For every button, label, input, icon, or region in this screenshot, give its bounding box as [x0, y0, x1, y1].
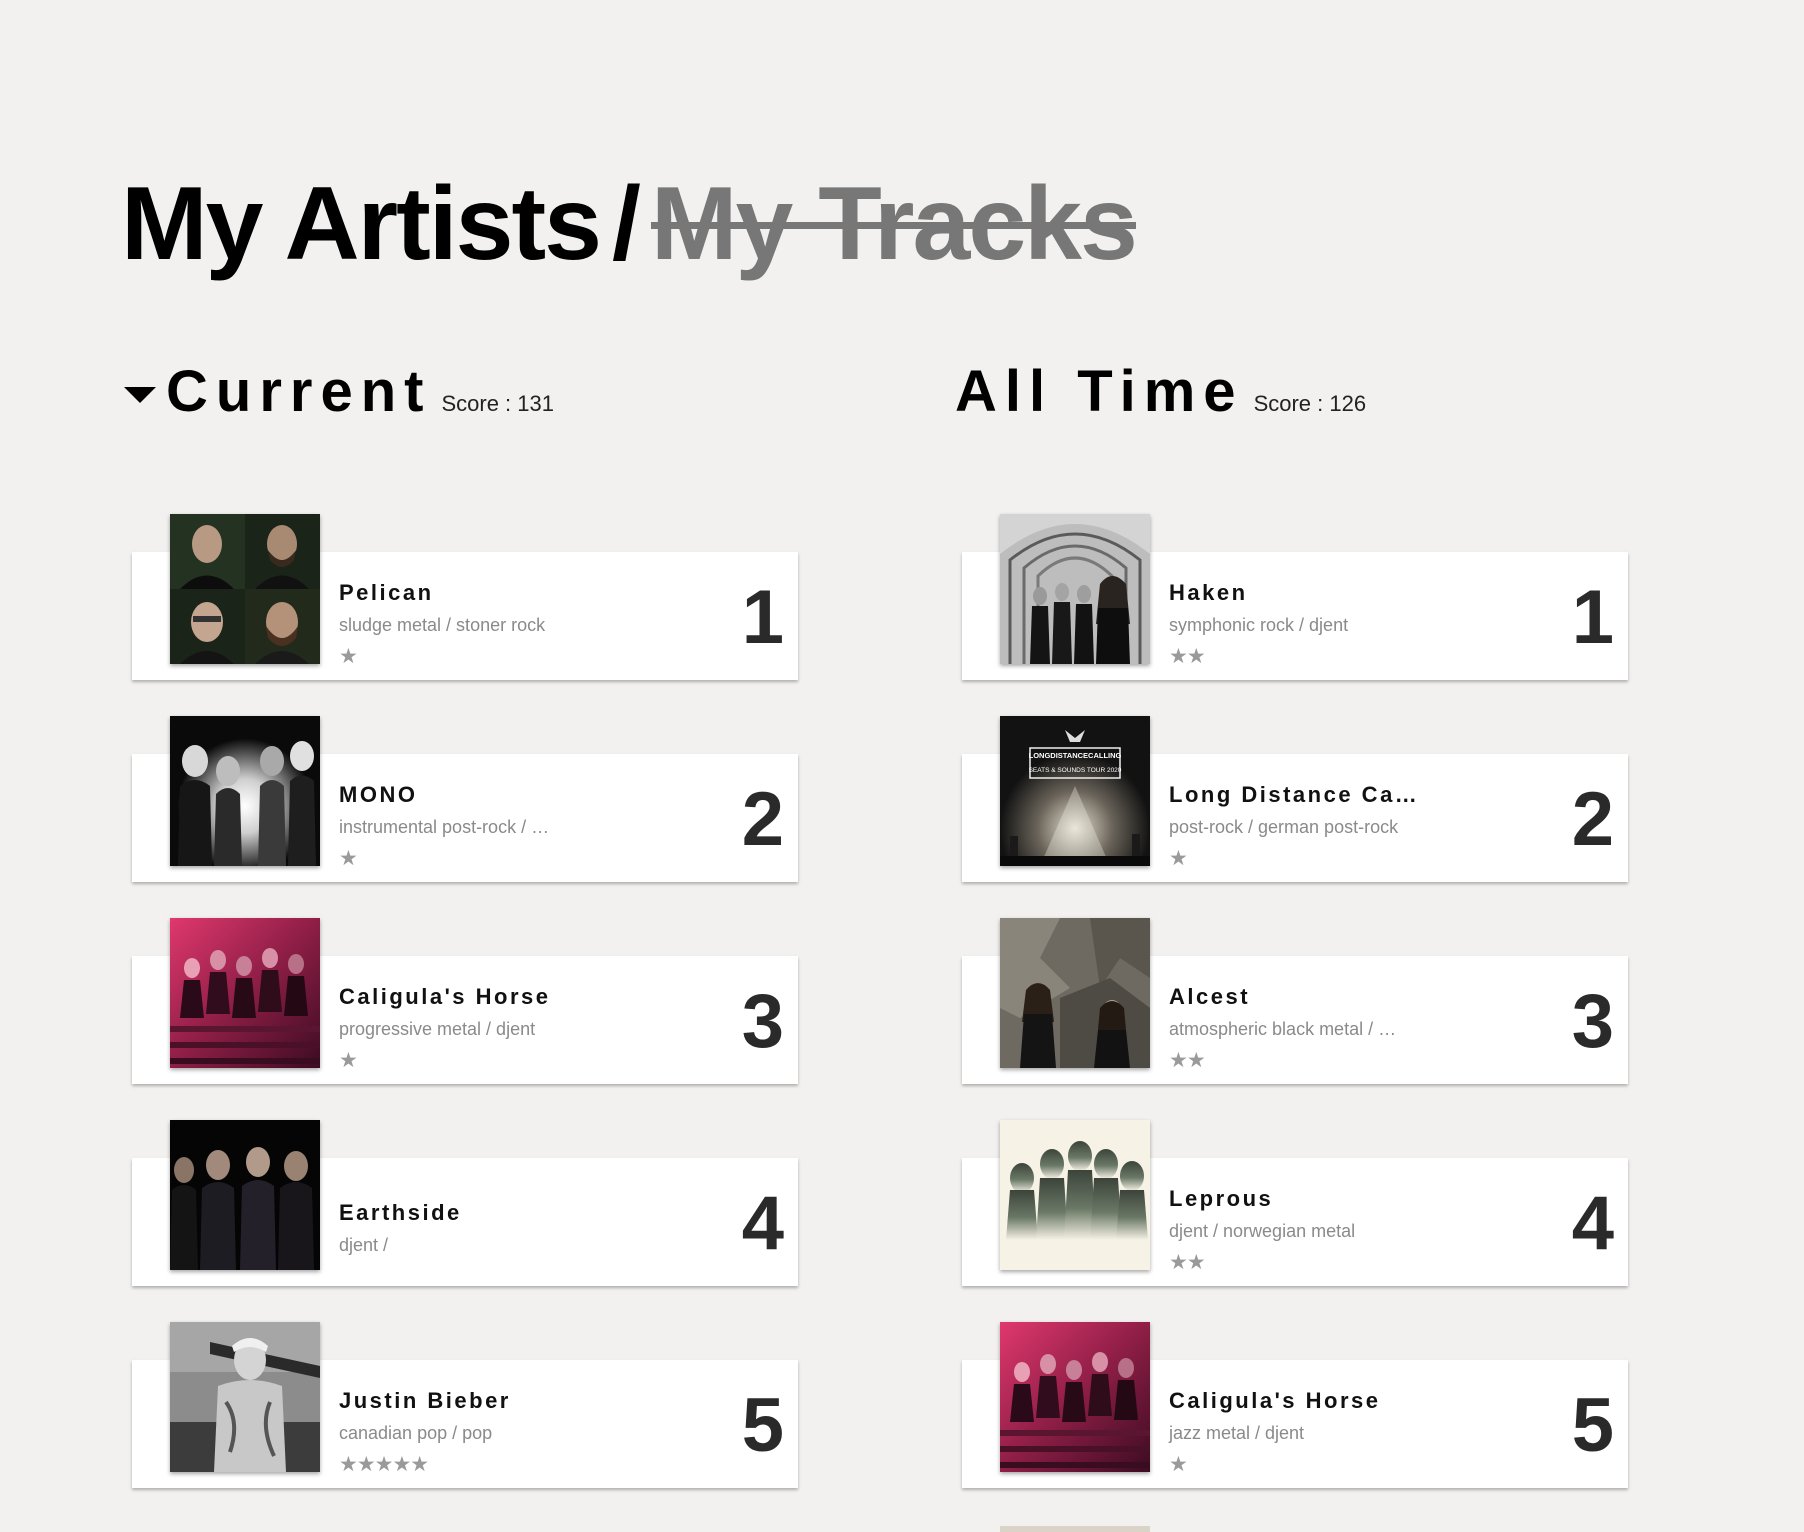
artist-info: Long Distance Ca… post-rock / german pos…: [1169, 782, 1549, 870]
current-score: Score : 131: [441, 391, 554, 416]
artist-name: Caligula's Horse: [1169, 1388, 1381, 1413]
artist-name: MONO: [339, 782, 418, 807]
artist-row[interactable]: Earthside djent / 4: [132, 1120, 800, 1322]
artist-rank: 5: [1571, 1383, 1614, 1468]
current-artist-list: Pelican sludge metal / stoner rock ★ 1 M…: [132, 514, 800, 1524]
artist-name: Pelican: [339, 580, 434, 605]
artist-genre: jazz metal / djent: [1169, 1423, 1305, 1443]
star-rating-icon: ★★: [1169, 1049, 1206, 1072]
artist-name: Leprous: [1169, 1186, 1274, 1211]
artist-rank: 2: [1571, 777, 1614, 862]
artist-photo[interactable]: [170, 1322, 320, 1472]
artist-photo-partial[interactable]: [1000, 1526, 1150, 1532]
star-rating-icon: ★★: [1169, 1251, 1206, 1274]
artist-name: Alcest: [1169, 984, 1251, 1009]
artist-row[interactable]: Caligula's Horse progressive metal / dje…: [132, 918, 800, 1120]
artist-name: Caligula's Horse: [339, 984, 551, 1009]
star-rating-icon: ★: [339, 847, 358, 870]
title-separator: /: [611, 166, 641, 282]
artist-name: Haken: [1169, 580, 1248, 605]
artist-info: Leprous djent / norwegian metal ★★: [1169, 1186, 1549, 1274]
poster-tour-name: SEATS & SOUNDS TOUR 2020: [1029, 767, 1122, 774]
artist-row[interactable]: Leprous djent / norwegian metal ★★ 4: [962, 1120, 1630, 1322]
artist-genre: sludge metal / stoner rock: [339, 615, 546, 635]
artist-row[interactable]: Long Distance Ca… post-rock / german pos…: [962, 716, 1630, 918]
artist-photo[interactable]: [170, 514, 320, 664]
artist-photo[interactable]: LONGDISTANCECALLING SEATS & SOUNDS TOUR …: [1000, 716, 1150, 866]
artist-info: Caligula's Horse progressive metal / dje…: [339, 984, 719, 1072]
page-title: My Artists / My Tracks: [121, 164, 1138, 284]
star-rating-icon: ★★★★★: [339, 1453, 429, 1476]
artist-row[interactable]: Pelican sludge metal / stoner rock ★ 1: [132, 514, 800, 716]
artist-genre: canadian pop / pop: [339, 1423, 493, 1443]
alltime-artist-list: Haken symphonic rock / djent ★★ 1 Long D…: [962, 514, 1630, 1524]
artist-photo[interactable]: [170, 918, 320, 1068]
artist-photo[interactable]: [1000, 514, 1150, 664]
artist-rank: 3: [1571, 979, 1614, 1064]
current-section-header: Current Score : 131: [124, 358, 554, 428]
artist-rank: 3: [741, 979, 784, 1064]
artist-genre: djent /: [339, 1235, 389, 1255]
artist-genre: atmospheric black metal / …: [1169, 1019, 1397, 1039]
current-section-title[interactable]: Current: [166, 358, 431, 425]
artist-genre: post-rock / german post-rock: [1169, 817, 1399, 837]
artist-rank: 1: [741, 575, 784, 660]
caret-down-icon[interactable]: [124, 387, 156, 403]
star-rating-icon: ★: [1169, 1453, 1188, 1476]
artist-rank: 2: [741, 777, 784, 862]
artist-info: Alcest atmospheric black metal / … ★★: [1169, 984, 1549, 1072]
artist-genre: symphonic rock / djent: [1169, 615, 1349, 635]
my-tracks-title[interactable]: My Tracks: [651, 166, 1138, 282]
artist-name: Long Distance Ca…: [1169, 782, 1420, 807]
artist-photo[interactable]: [170, 716, 320, 866]
artist-info: Earthside djent /: [339, 1200, 719, 1256]
artist-info: Pelican sludge metal / stoner rock ★: [339, 580, 719, 668]
artist-rank: 1: [1571, 575, 1614, 660]
artist-photo[interactable]: [1000, 918, 1150, 1068]
alltime-section-title[interactable]: All Time: [955, 358, 1244, 425]
artist-genre: progressive metal / djent: [339, 1019, 536, 1039]
artist-genre: djent / norwegian metal: [1169, 1221, 1356, 1241]
artist-info: Haken symphonic rock / djent ★★: [1169, 580, 1549, 668]
artist-rank: 4: [741, 1181, 784, 1266]
artist-row[interactable]: Justin Bieber canadian pop / pop ★★★★★ 5: [132, 1322, 800, 1524]
star-rating-icon: ★: [1169, 847, 1188, 870]
artist-genre: instrumental post-rock / …: [339, 817, 550, 837]
poster-band-name: LONGDISTANCECALLING: [1029, 751, 1122, 760]
artist-info: Caligula's Horse jazz metal / djent ★: [1169, 1388, 1549, 1476]
my-artists-title[interactable]: My Artists: [121, 166, 602, 282]
artist-photo[interactable]: [170, 1120, 320, 1270]
artist-info: MONO instrumental post-rock / … ★: [339, 782, 719, 870]
artist-rank: 5: [741, 1383, 784, 1468]
artist-photo[interactable]: [1000, 1322, 1150, 1472]
artist-name: Earthside: [339, 1200, 462, 1225]
artist-rank: 4: [1571, 1181, 1614, 1266]
star-rating-icon: ★: [339, 645, 358, 668]
artist-photo[interactable]: [1000, 1120, 1150, 1270]
star-rating-icon: ★★: [1169, 645, 1206, 668]
star-rating-icon: ★: [339, 1049, 358, 1072]
alltime-score: Score : 126: [1253, 391, 1367, 416]
artist-info: Justin Bieber canadian pop / pop ★★★★★: [339, 1388, 719, 1476]
artist-row[interactable]: Alcest atmospheric black metal / … ★★ 3: [962, 918, 1630, 1120]
alltime-section-header: All Time Score : 126: [955, 358, 1366, 428]
artist-name: Justin Bieber: [339, 1388, 511, 1413]
artist-row[interactable]: Haken symphonic rock / djent ★★ 1: [962, 514, 1630, 716]
artist-row[interactable]: Caligula's Horse jazz metal / djent ★ 5: [962, 1322, 1630, 1524]
artist-row[interactable]: MONO instrumental post-rock / … ★ 2: [132, 716, 800, 918]
